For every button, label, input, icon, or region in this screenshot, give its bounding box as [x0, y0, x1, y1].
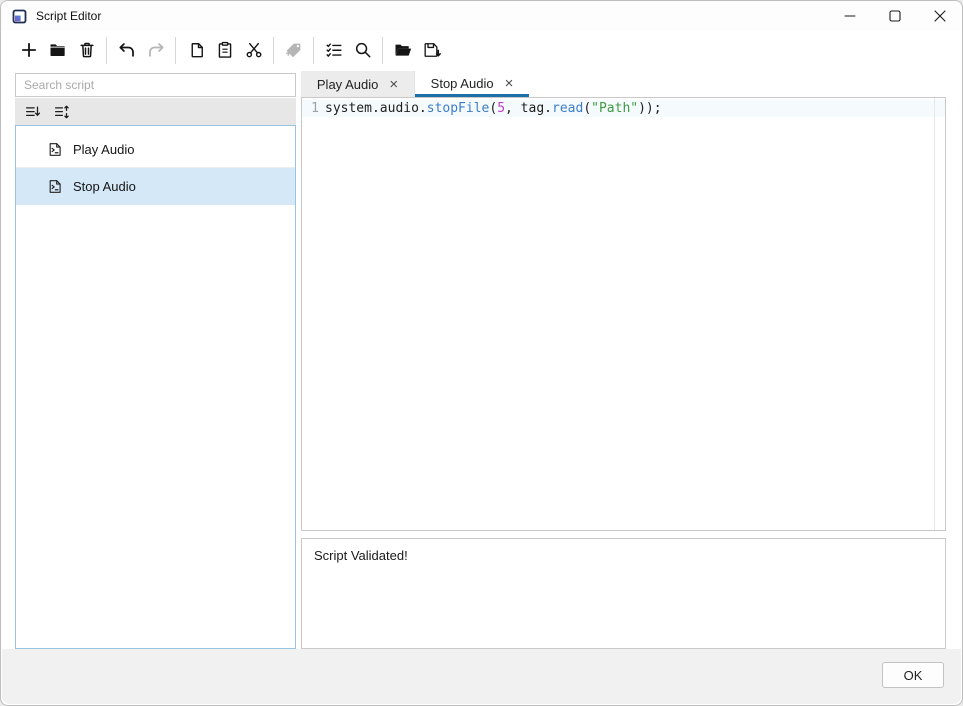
folder-icon	[48, 40, 68, 60]
cut-button[interactable]	[239, 36, 268, 64]
code-token-number: 5	[497, 100, 505, 117]
script-file-icon	[47, 141, 64, 158]
tab-close-icon[interactable]: ×	[505, 76, 514, 91]
sidebar-item-stop-audio[interactable]: Stop Audio	[16, 168, 295, 205]
paste-icon	[215, 40, 235, 60]
close-icon	[932, 8, 948, 24]
maximize-button[interactable]	[872, 1, 917, 31]
delete-icon	[77, 40, 97, 60]
script-list: Play Audio Stop Audio	[15, 125, 296, 649]
code-token-plain: (	[583, 100, 591, 117]
window-controls	[827, 1, 962, 31]
toolbar-separator	[175, 37, 176, 64]
redo-button[interactable]	[141, 36, 170, 64]
open-icon	[393, 40, 413, 60]
open-button[interactable]	[388, 36, 417, 64]
search-icon	[353, 40, 373, 60]
sidebar-item-label: Play Audio	[73, 142, 134, 157]
code-editor[interactable]: 1system.audio.stopFile(5, tag.read("Path…	[301, 97, 946, 531]
code-token-function: stopFile	[427, 100, 490, 117]
sidebar-item-label: Stop Audio	[73, 179, 136, 194]
add-icon	[19, 40, 39, 60]
sort-reorder-icon	[53, 103, 71, 121]
tab-bar: Play Audio × Stop Audio ×	[301, 71, 529, 97]
ok-button[interactable]: OK	[882, 662, 944, 688]
tab-label: Stop Audio	[431, 76, 494, 91]
checklist-icon	[324, 40, 344, 60]
titlebar: Script Editor	[1, 1, 962, 31]
validation-panel: Script Validated!	[301, 538, 946, 649]
script-editor-window: Script Editor Play Audio Stop Audio Play …	[0, 0, 963, 706]
tab-play-audio[interactable]: Play Audio ×	[301, 71, 415, 97]
tab-close-icon[interactable]: ×	[389, 77, 398, 92]
tag-button[interactable]	[279, 36, 308, 64]
code-token-function: read	[552, 100, 583, 117]
delete-button[interactable]	[72, 36, 101, 64]
copy-button[interactable]	[181, 36, 210, 64]
validation-message: Script Validated!	[314, 548, 408, 563]
tab-label: Play Audio	[317, 77, 378, 92]
copy-icon	[186, 40, 206, 60]
add-button[interactable]	[14, 36, 43, 64]
toolbar-separator	[382, 37, 383, 64]
tab-stop-audio[interactable]: Stop Audio ×	[415, 71, 529, 97]
minimize-icon	[842, 8, 858, 24]
minimize-button[interactable]	[827, 1, 872, 31]
paste-button[interactable]	[210, 36, 239, 64]
maximize-icon	[887, 8, 903, 24]
search-input[interactable]	[15, 73, 296, 97]
code-line[interactable]: 1system.audio.stopFile(5, tag.read("Path…	[302, 100, 945, 117]
toolbar-separator	[313, 37, 314, 64]
line-number: 1	[306, 100, 319, 117]
code-token-plain: (	[489, 100, 497, 117]
code-token-string: "Path"	[591, 100, 638, 117]
script-file-icon	[47, 178, 64, 195]
code-token-plain: ));	[638, 100, 661, 117]
toolbar-separator	[273, 37, 274, 64]
cut-icon	[244, 40, 264, 60]
save-button[interactable]	[417, 36, 446, 64]
sort-bar	[15, 98, 296, 125]
toolbar	[1, 31, 962, 69]
scrollbar-gutter	[934, 98, 935, 530]
search-button[interactable]	[348, 36, 377, 64]
toolbar-separator	[106, 37, 107, 64]
sidebar-item-play-audio[interactable]: Play Audio	[16, 131, 295, 168]
app-logo-icon	[12, 9, 27, 24]
checklist-button[interactable]	[319, 36, 348, 64]
close-button[interactable]	[917, 1, 962, 31]
footer: OK	[2, 649, 961, 704]
redo-icon	[146, 40, 166, 60]
code-token-plain: , tag.	[505, 100, 552, 117]
undo-button[interactable]	[112, 36, 141, 64]
save-icon	[422, 40, 442, 60]
window-title: Script Editor	[36, 9, 101, 23]
tag-icon	[284, 40, 304, 60]
code-token-plain: system.audio.	[325, 100, 427, 117]
folder-button[interactable]	[43, 36, 72, 64]
code-lines: 1system.audio.stopFile(5, tag.read("Path…	[302, 100, 945, 117]
undo-icon	[117, 40, 137, 60]
sort-descending-button[interactable]	[21, 100, 45, 124]
sort-descending-icon	[24, 103, 42, 121]
sort-reorder-button[interactable]	[50, 100, 74, 124]
